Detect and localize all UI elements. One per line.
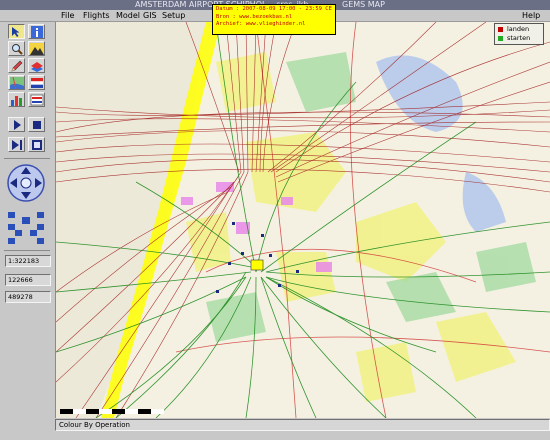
y-coordinate-field: 489278 [5, 291, 51, 303]
compass-icon [7, 164, 45, 202]
expand-arrows-icon [8, 212, 44, 244]
menu-gis[interactable]: GIS [143, 10, 157, 21]
toolbar-divider [4, 250, 50, 251]
step-forward-button[interactable] [8, 137, 25, 152]
legend-swatch-departure [498, 36, 503, 41]
layers-icon [31, 62, 43, 72]
pointer-icon [12, 27, 20, 37]
draw-tool-button[interactable] [8, 58, 25, 73]
legend-label: starten [507, 34, 531, 42]
toolbar-divider [4, 158, 50, 159]
map-legend: landen starten [494, 23, 544, 45]
flag-icon [31, 78, 43, 88]
scale-field: 1:322183 [5, 255, 51, 267]
status-bar: Colour By Operation [55, 419, 550, 431]
record-button[interactable] [28, 137, 45, 152]
bar-chart-icon [11, 96, 22, 106]
info-tool-button[interactable] [28, 24, 45, 39]
mountain-icon [30, 43, 44, 55]
zoom-arrows[interactable] [6, 210, 46, 246]
legend-label: landen [507, 25, 530, 33]
statistics-tool-button[interactable] [8, 92, 25, 107]
menu-help[interactable]: Help [522, 10, 540, 21]
select-tool-button[interactable] [8, 24, 25, 39]
stop-button[interactable] [28, 117, 45, 132]
zoom-tool-button[interactable] [8, 41, 25, 56]
pan-control[interactable] [6, 163, 46, 203]
legend-item-landing: landen [498, 25, 540, 34]
tool-palette: 1:322183 122666 489278 [0, 22, 56, 418]
map-scale-bar [60, 409, 164, 414]
record-icon [32, 140, 42, 150]
magnifier-icon [12, 44, 23, 55]
play-icon [14, 120, 21, 130]
report-tool-button[interactable] [28, 92, 45, 107]
info-source: Bron : www.bezoekbas.nl [216, 13, 293, 20]
flag-tool-button[interactable] [28, 75, 45, 90]
map-tool-button[interactable] [8, 75, 25, 90]
stop-icon [33, 121, 41, 129]
legend-item-departure: starten [498, 34, 540, 43]
layers-tool-button[interactable] [28, 58, 45, 73]
menu-file[interactable]: File [61, 10, 74, 21]
x-coordinate-field: 122666 [5, 274, 51, 286]
step-forward-icon [12, 140, 22, 150]
menu-model[interactable]: Model [116, 10, 140, 21]
menu-flights[interactable]: Flights [83, 10, 110, 21]
menu-setup[interactable]: Setup [162, 10, 185, 21]
info-date: Datum : 2007-08-09 17:00 - 23:59 CET [216, 6, 332, 12]
window-app-name: GEMS MAP [342, 0, 385, 9]
map-drawing [56, 22, 550, 418]
profile-tool-button[interactable] [28, 41, 45, 56]
legend-swatch-landing [498, 27, 503, 32]
pencil-icon [11, 60, 23, 72]
report-icon [30, 94, 44, 106]
window-bottom-border [0, 431, 550, 440]
map-icon [10, 77, 24, 89]
play-button[interactable] [8, 117, 25, 132]
info-icon [31, 26, 43, 38]
map-canvas[interactable] [56, 22, 550, 418]
info-box: Datum : 2007-08-09 17:00 - 23:59 CET Bro… [212, 4, 336, 35]
info-archive: Archief: www.vlieghinder.nl [216, 21, 306, 27]
